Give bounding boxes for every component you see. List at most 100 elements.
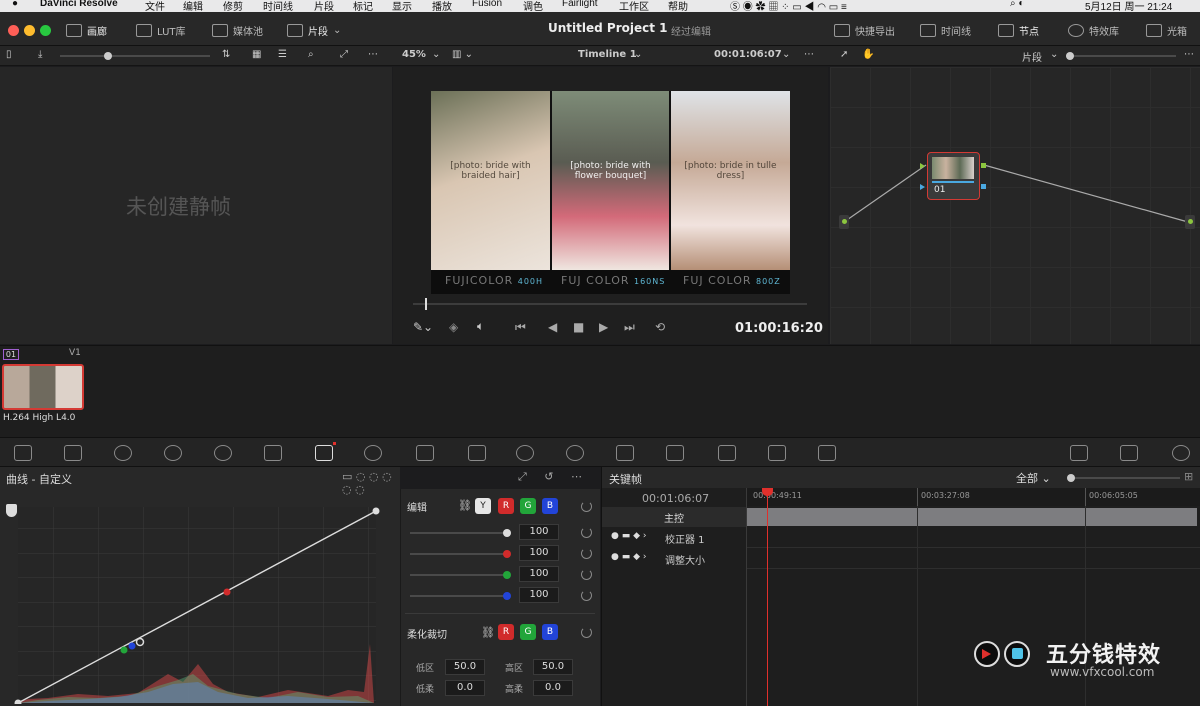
play-icon[interactable]: ▶ (599, 320, 608, 334)
link-icon[interactable]: ⛓ (481, 626, 495, 639)
minimize-window-button[interactable] (24, 25, 35, 36)
tab-clips[interactable]: 片段 ⌄ (287, 20, 341, 40)
menu-clip[interactable]: 片段 (314, 0, 334, 12)
r-intensity-knob[interactable] (503, 550, 511, 558)
layers-icon[interactable]: ◈ (449, 320, 458, 334)
y-intensity-slider[interactable] (410, 532, 506, 534)
curves-icon[interactable] (315, 445, 333, 461)
soft-r-button[interactable]: R (498, 624, 514, 640)
more-options-icon[interactable]: ⋯ (1184, 49, 1194, 60)
node-01[interactable]: 01 (927, 152, 980, 200)
high-soft-value[interactable]: 0.0 (533, 680, 573, 696)
menu-playback[interactable]: 播放 (432, 0, 452, 12)
sizing-row-label[interactable]: ● ▬ ◆ › 调整大小 (602, 549, 746, 569)
tab-media-pool[interactable]: 媒体池 (212, 20, 263, 40)
skip-back-icon[interactable]: ⏮︎ (515, 320, 526, 335)
menu-fairlight[interactable]: Fairlight (562, 0, 598, 9)
node-mode-selector[interactable]: 片段 (1022, 49, 1042, 64)
menu-timeline[interactable]: 时间线 (263, 0, 293, 12)
tab-quick-export[interactable]: 快捷导出 (834, 20, 895, 40)
menu-mark[interactable]: 标记 (353, 0, 373, 12)
control-center-icons[interactable]: ⌕ ◐ (1010, 0, 1024, 9)
grab-still-icon[interactable]: ⤓ (38, 49, 42, 60)
gallery-zoom-knob[interactable] (104, 52, 112, 60)
node-output-port[interactable] (981, 163, 986, 168)
menu-edit[interactable]: 编辑 (183, 0, 203, 12)
color-warper-icon[interactable] (364, 445, 382, 461)
menu-view[interactable]: 显示 (392, 0, 412, 12)
expand-icon[interactable]: ⤢ (340, 49, 348, 60)
add-icon[interactable]: ⊞ (1184, 470, 1193, 483)
g-reset-icon[interactable] (581, 569, 592, 580)
channel-y-button[interactable]: Y (475, 498, 491, 514)
color-match-icon[interactable] (64, 445, 82, 461)
tab-effects[interactable]: 特效库 (1068, 20, 1119, 40)
node-key-output-port[interactable] (981, 184, 986, 189)
r-reset-icon[interactable] (581, 548, 592, 559)
channel-b-button[interactable]: B (542, 498, 558, 514)
loop-icon[interactable]: ⟲ (655, 320, 665, 334)
volume-icon[interactable]: 🔈︎ (477, 319, 484, 334)
key-icon[interactable] (718, 445, 736, 461)
reset-icon[interactable]: ↺ (544, 470, 553, 483)
g-intensity-value[interactable]: 100 (519, 566, 559, 582)
soft-b-button[interactable]: B (542, 624, 558, 640)
channel-g-button[interactable]: G (520, 498, 536, 514)
viewer-zoom[interactable]: 45% (402, 49, 426, 60)
g-intensity-slider[interactable] (410, 574, 506, 576)
viewer-mode-icon[interactable]: ▥ ⌄ (452, 49, 473, 60)
power-window-icon[interactable] (516, 445, 534, 461)
tab-timeline[interactable]: 时间线 (920, 20, 971, 40)
info-icon[interactable] (1172, 445, 1190, 461)
more-options-icon[interactable]: ⋯ (804, 49, 814, 60)
edit-reset-icon[interactable] (581, 501, 592, 512)
search-icon[interactable]: ⌕ (308, 49, 314, 60)
tab-lightbox[interactable]: 光箱 (1146, 20, 1187, 40)
grid-view-icon[interactable]: ▦ (252, 49, 261, 60)
3d-icon[interactable] (818, 445, 836, 461)
hand-icon[interactable]: ✋ (862, 49, 874, 60)
curve-graph[interactable] (8, 504, 384, 704)
r-intensity-value[interactable]: 100 (519, 545, 559, 561)
expand-icon[interactable]: ⤢ (518, 470, 527, 483)
keyframes-filter[interactable]: 全部 ⌄ (1016, 470, 1051, 486)
keyframe-playhead[interactable] (767, 488, 768, 706)
link-icon[interactable]: ⛓ (458, 499, 472, 512)
r-intensity-slider[interactable] (410, 553, 506, 555)
g-intensity-knob[interactable] (503, 571, 511, 579)
corrector-row-label[interactable]: ● ▬ ◆ › 校正器 1 (602, 528, 746, 548)
master-keyframe-bar[interactable] (747, 508, 1197, 526)
camera-raw-icon[interactable] (14, 445, 32, 461)
channel-r-button[interactable]: R (498, 498, 514, 514)
blur-icon[interactable] (666, 445, 684, 461)
color-wheels-icon[interactable] (114, 445, 132, 461)
b-intensity-slider[interactable] (410, 595, 506, 597)
gallery-zoom-slider[interactable] (60, 55, 210, 57)
b-reset-icon[interactable] (581, 590, 592, 601)
hdr-wheels-icon[interactable] (164, 445, 182, 461)
low-value[interactable]: 50.0 (445, 659, 485, 675)
menu-trim[interactable]: 修剪 (223, 0, 243, 12)
chevron-down-icon[interactable]: ⌄ (782, 49, 790, 60)
rgb-mixer-icon[interactable] (214, 445, 232, 461)
magic-mask-icon[interactable] (616, 445, 634, 461)
chevron-down-icon[interactable]: ⌄ (1050, 49, 1058, 60)
node-zoom-slider[interactable] (1066, 55, 1176, 57)
more-options-icon[interactable]: ⋯ (368, 49, 378, 60)
keyframes-toggle-icon[interactable] (1070, 445, 1088, 461)
menu-file[interactable]: 文件 (145, 0, 165, 12)
y-intensity-knob[interactable] (503, 529, 511, 537)
timeline-selector[interactable]: Timeline 1 (578, 49, 637, 60)
zoom-window-button[interactable] (40, 25, 51, 36)
clip-thumbnail[interactable] (2, 364, 84, 410)
y-intensity-value[interactable]: 100 (519, 524, 559, 540)
qualifier-icon[interactable] (416, 445, 434, 461)
node-zoom-knob[interactable] (1066, 52, 1074, 60)
pointer-icon[interactable]: ➚ (840, 49, 848, 60)
soft-reset-icon[interactable] (581, 627, 592, 638)
chevron-down-icon[interactable]: ⌄ (634, 49, 642, 60)
tab-lut-library[interactable]: LUT库 (136, 20, 186, 40)
viewer-scrubber[interactable] (413, 303, 807, 305)
low-soft-value[interactable]: 0.0 (445, 680, 485, 696)
chevron-down-icon[interactable]: ⌄ (432, 49, 440, 60)
